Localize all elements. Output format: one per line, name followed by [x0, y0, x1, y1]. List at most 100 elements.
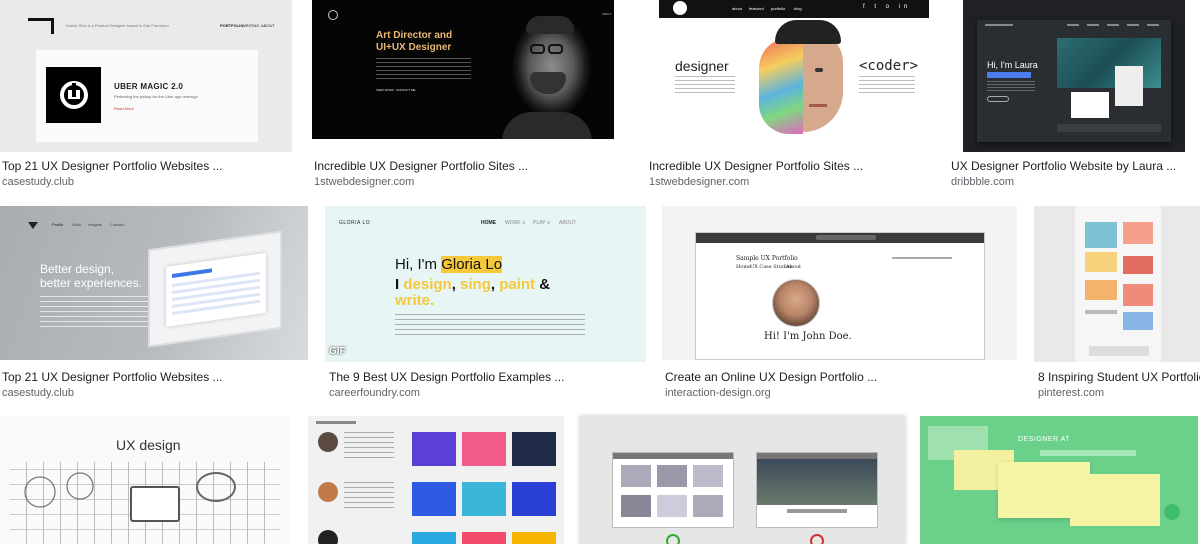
browser-window	[756, 452, 878, 528]
site-logo-icon	[28, 222, 38, 229]
hero-heading: UI+UX Designer	[376, 42, 452, 53]
result-source[interactable]: dribbble.com	[951, 175, 1014, 189]
hero-paragraph	[376, 58, 471, 82]
result-thumbnail[interactable]: HOME PORTFOLIO CONTACT Art Director and …	[312, 0, 614, 139]
result-title[interactable]: Top 21 UX Designer Portfolio Websites ..…	[2, 370, 223, 385]
nav-link: ABOUT	[261, 23, 275, 28]
result-tile[interactable]	[580, 416, 910, 544]
illustration-heading: UX design	[116, 437, 181, 453]
design-word: design	[403, 276, 452, 293]
hero-image	[1057, 38, 1161, 88]
greeting-text: Hi, I'm	[395, 256, 442, 273]
nav-link: portfolio	[771, 6, 786, 11]
mobile-page	[1075, 206, 1161, 362]
nav-link: ABOUT	[559, 220, 577, 226]
intro-text	[675, 76, 735, 96]
result-thumbnail[interactable]: Sample UX Portfolio Home UX Case Studies…	[662, 206, 1017, 360]
result-title[interactable]: Incredible UX Designer Portfolio Sites .…	[314, 159, 528, 174]
card-description: Perfecting the pickup for the Uber app r…	[114, 94, 198, 99]
result-title[interactable]: Create an Online UX Design Portfolio ...	[665, 370, 877, 385]
result-tile[interactable]	[308, 416, 568, 544]
footer-strip	[1057, 124, 1161, 132]
result-thumbnail[interactable]	[308, 416, 564, 544]
result-title[interactable]: 8 Inspiring Student UX Portfolio...	[1038, 370, 1200, 385]
result-title[interactable]: Top 21 UX Designer Portfolio Websites ..…	[2, 159, 223, 174]
result-tile[interactable]: GLORIA LO HOME WORK ∨ PLAY ∨ ABOUT Hi, I…	[313, 206, 649, 406]
contact-button: CONTACT ME	[396, 88, 416, 92]
cross-icon	[810, 534, 824, 544]
nav-link: Profile	[52, 222, 64, 227]
cta-button	[987, 96, 1009, 102]
shot-thumbnail	[412, 482, 456, 516]
shot-thumbnail	[412, 532, 456, 544]
sing-word: sing	[460, 276, 491, 293]
portrait-image	[490, 0, 602, 139]
brand-name: GLORIA LO	[339, 220, 371, 226]
result-tile[interactable]: UX design	[0, 416, 292, 544]
result-thumbnail[interactable]: DESIGNER AT	[920, 416, 1198, 544]
hero-headline: Better design,	[40, 262, 115, 276]
browser-toolbar	[696, 233, 984, 243]
result-tile[interactable]: about featured portfolio blog f t o in d…	[645, 0, 945, 200]
nav-link: Insights	[88, 222, 102, 227]
result-thumbnail[interactable]: GLORIA LO HOME WORK ∨ PLAY ∨ ABOUT Hi, I…	[325, 206, 646, 362]
shot-thumbnail	[512, 482, 556, 516]
result-title[interactable]: Incredible UX Designer Portfolio Sites .…	[649, 159, 863, 174]
nav-link: PLAY ∨	[533, 220, 551, 226]
avatar	[318, 530, 338, 544]
gif-badge: GIF	[329, 346, 346, 357]
result-thumbnail[interactable]: Hi, I'm Laura	[963, 0, 1185, 152]
social-icons: f t o in	[863, 4, 912, 10]
tagline: Karish Reis is a Product Designer based …	[66, 23, 169, 28]
check-icon	[666, 534, 680, 544]
card-link: Read More	[114, 106, 134, 111]
avatar	[318, 482, 338, 502]
result-source[interactable]: casestudy.club	[2, 175, 74, 189]
result-tile[interactable]: Hi, I'm Laura UX Designer Portfolio Webs…	[948, 0, 1200, 200]
monitor-image	[148, 230, 282, 348]
coder-word: <coder>	[859, 58, 919, 74]
designer-word: designer	[675, 58, 729, 74]
shot-thumbnail	[512, 532, 556, 544]
result-thumbnail[interactable]	[580, 416, 905, 544]
nav-link: Work	[72, 222, 82, 227]
headline-highlight	[987, 72, 1031, 78]
paint-word: paint	[499, 276, 536, 293]
hero-heading: DESIGNER AT	[1018, 436, 1071, 443]
site-logo-icon	[673, 1, 687, 15]
result-thumbnail[interactable]: about featured portfolio blog f t o in d…	[659, 0, 929, 150]
result-source[interactable]: careerfoundry.com	[329, 386, 420, 400]
result-thumbnail[interactable]: UX design	[0, 416, 289, 544]
result-source[interactable]: casestudy.club	[2, 386, 74, 400]
result-tile[interactable]: Karish Reis is a Product Designer based …	[0, 0, 296, 200]
result-source[interactable]: interaction-design.org	[665, 386, 771, 400]
nav-link: featured	[749, 6, 764, 11]
hero-line-2: I design, sing, paint &	[395, 276, 551, 293]
view-work-button: VIEW WORK	[376, 88, 394, 92]
nav-link: WRITING	[242, 23, 260, 28]
shot-thumbnail	[462, 532, 506, 544]
hero-greeting: Hi, I'm Laura	[987, 60, 1038, 70]
result-tile[interactable]: DESIGNER AT	[920, 416, 1200, 544]
card-title: UBER MAGIC 2.0	[114, 82, 184, 91]
browser-window: Sample UX Portfolio Home UX Case Studies…	[695, 232, 985, 360]
result-thumbnail[interactable]: Karish Reis is a Product Designer based …	[0, 0, 292, 152]
result-thumbnail[interactable]: Profile Work Insights Contact Better des…	[0, 206, 308, 360]
nav-link: blog	[794, 6, 802, 11]
result-tile[interactable]: Sample UX Portfolio Home UX Case Studies…	[650, 206, 1022, 406]
result-tile[interactable]: Profile Work Insights Contact Better des…	[0, 206, 312, 406]
result-title[interactable]: UX Designer Portfolio Website by Laura .…	[951, 159, 1200, 174]
nav-link: HOME	[481, 220, 496, 226]
result-source[interactable]: pinterest.com	[1038, 386, 1104, 400]
result-source[interactable]: 1stwebdesigner.com	[314, 175, 414, 189]
shot-thumbnail	[512, 432, 556, 466]
result-tile[interactable]: HOME PORTFOLIO CONTACT Art Director and …	[310, 0, 630, 200]
hero-greeting: Hi! I'm John Doe.	[764, 331, 852, 342]
ampersand: &	[535, 276, 551, 293]
result-thumbnail[interactable]	[1034, 206, 1200, 362]
result-title[interactable]: The 9 Best UX Design Portfolio Examples …	[329, 370, 564, 385]
result-tile[interactable]: 8 Inspiring Student UX Portfolio... pint…	[1030, 206, 1200, 406]
result-source[interactable]: 1stwebdesigner.com	[649, 175, 749, 189]
site-title: Sample UX Portfolio	[736, 255, 798, 262]
nav-link: Home	[736, 264, 752, 270]
